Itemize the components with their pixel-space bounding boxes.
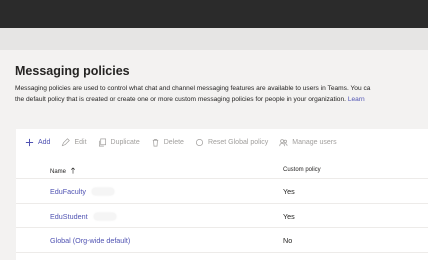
policy-name-link[interactable]: Global (Org-wide default) — [50, 236, 130, 245]
page-title: Messaging policies — [15, 64, 130, 78]
policies-panel: Add Edit Duplicate Delete Reset Global p… — [16, 129, 428, 260]
main-content: Messaging policies Messaging policies ar… — [0, 50, 428, 260]
add-button-label: Add — [38, 138, 51, 146]
edit-button[interactable]: Edit — [61, 137, 87, 147]
policy-name-link[interactable]: EduStudent — [50, 212, 116, 221]
policy-name-link[interactable]: EduFaculty — [50, 187, 114, 196]
description-line-1: Messaging policies are used to control w… — [15, 85, 371, 92]
toolbar: Add Edit Duplicate Delete Reset Global p… — [16, 129, 428, 155]
reset-icon — [195, 138, 204, 147]
copy-icon — [98, 138, 107, 147]
sort-ascending-icon — [70, 167, 75, 174]
users-icon — [279, 138, 288, 147]
reset-global-policy-label: Reset Global policy — [207, 138, 269, 146]
custom-policy-value: No — [283, 236, 293, 245]
duplicate-button[interactable]: Duplicate — [98, 138, 140, 147]
manage-users-label: Manage users — [292, 138, 337, 146]
column-header-name-label: Name — [50, 169, 67, 175]
table-row[interactable]: Global (Org-wide default) No — [16, 228, 428, 253]
table-row[interactable]: EduStudent Yes — [16, 204, 428, 228]
plus-icon — [25, 138, 34, 147]
policy-name: EduStudent — [50, 211, 88, 221]
add-button[interactable]: Add — [25, 138, 50, 147]
app-top-bar — [0, 0, 428, 28]
custom-policy-value: Yes — [283, 211, 295, 221]
learn-more-link[interactable]: Learn — [348, 96, 365, 103]
description-line-2: the default policy that is created or cr… — [15, 94, 428, 105]
redacted-tag — [91, 188, 114, 195]
policy-name: Global (Org-wide default) — [50, 236, 131, 245]
delete-button[interactable]: Delete — [151, 138, 184, 147]
redacted-tag — [93, 212, 116, 220]
pencil-icon — [61, 137, 71, 147]
app-sub-bar — [0, 28, 428, 50]
table-header: Name Custom policy — [16, 162, 428, 179]
manage-users-button[interactable]: Manage users — [279, 138, 337, 147]
table-row[interactable]: EduFaculty Yes — [16, 179, 428, 204]
description-line-2-text: the default policy that is created or cr… — [15, 96, 348, 103]
column-header-custom-policy[interactable]: Custom policy — [283, 167, 321, 173]
reset-global-policy-button[interactable]: Reset Global policy — [195, 138, 268, 147]
delete-button-label: Delete — [163, 138, 184, 146]
policy-name: EduFaculty — [50, 187, 86, 196]
edit-button-label: Edit — [74, 138, 87, 146]
duplicate-button-label: Duplicate — [110, 138, 140, 146]
custom-policy-value: Yes — [283, 187, 295, 196]
trash-icon — [151, 138, 160, 147]
page-description: Messaging policies are used to control w… — [15, 83, 428, 105]
policies-table: Name Custom policy EduFaculty Yes EduStu… — [16, 162, 428, 253]
column-header-name[interactable]: Name — [50, 167, 76, 175]
